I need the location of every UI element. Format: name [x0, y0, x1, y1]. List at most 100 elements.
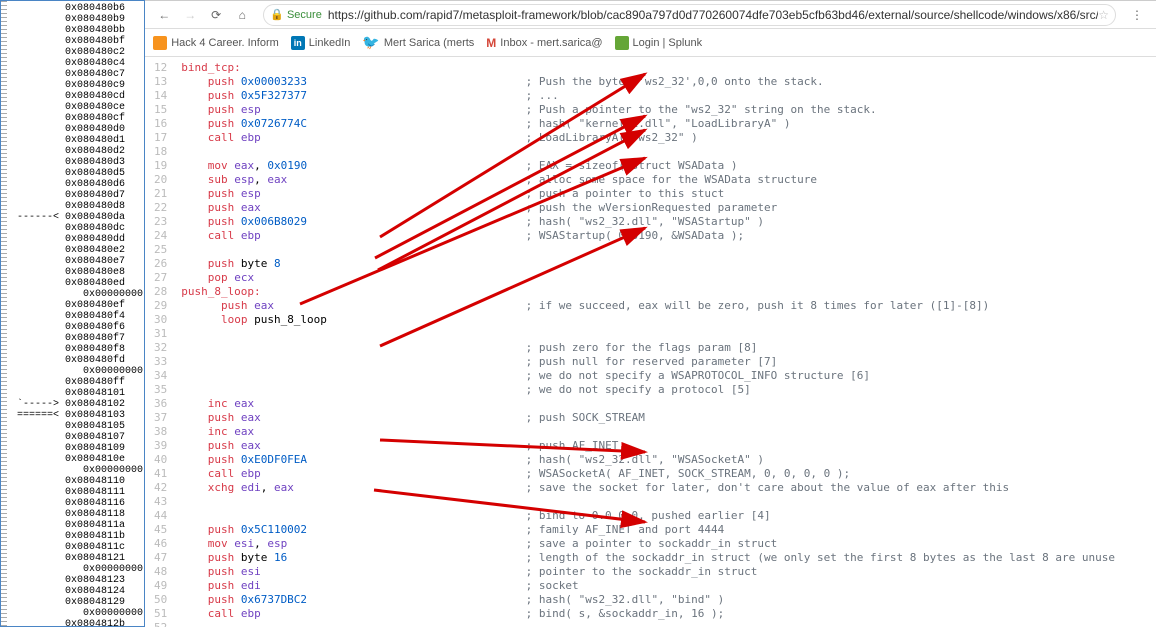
- source-line: 25: [145, 243, 1156, 257]
- home-icon[interactable]: ⌂: [234, 7, 250, 23]
- source-line: 20 sub esp, eax ; alloc some space for t…: [145, 173, 1156, 187]
- disasm-row: 0x08048121 ffd5 call ebp: [9, 553, 144, 564]
- disasm-row: 0x0804811a 56 push esi: [9, 520, 144, 531]
- disasm-row: 0x080480c9 89442424 mov [esp+0x24], eax: [9, 80, 144, 91]
- source-line: 23 push 0x006B8029 ; hash( "ws2_32.dll",…: [145, 215, 1156, 229]
- disasm-row: 0x08048110 97 xchg edi, eax: [9, 476, 144, 487]
- bookmark-item[interactable]: Hack 4 Career. Inform: [153, 36, 279, 50]
- disasm-row: 0x080480bb 668b0c4b mov cx, [ebx+ecx*2]: [9, 25, 144, 36]
- bookmark-item[interactable]: Login | Splunk: [615, 36, 703, 50]
- source-line: 31: [145, 327, 1156, 341]
- source-line: 37 push eax ; push SOCK_STREAM: [145, 411, 1156, 425]
- source-line: 34 ; we do not specify a WSAPROTOCOL_INF…: [145, 369, 1156, 383]
- disasm-row: 0x080480f8 6829806b00 push 0x6b8029 ; 0x…: [9, 344, 144, 355]
- disasm-row: 0x080480f4 29c4 sub esp, eax: [9, 311, 144, 322]
- disasm-row: 0x080480c2 01d3 add ebx, edx: [9, 47, 144, 58]
- bookmark-bar: Hack 4 Career. Inform inLinkedIn 🐦Mert Sar…: [145, 29, 1156, 57]
- bookmark-item[interactable]: MInbox - mert.sarica@: [486, 36, 602, 50]
- disasm-row: 0x08048123 57 push edi: [9, 575, 144, 586]
- disasm-row: 0x08048129 ffd5 call ebp: [9, 597, 144, 608]
- disasm-row: 0x0804811c 68c2db3767 push 0x6737dbc2 ; …: [9, 542, 144, 553]
- disasm-row: 0x080480d7 5a pop edx: [9, 190, 144, 201]
- disasm-row: 0x080480d8 8b12 mov edx, [edx]: [9, 201, 144, 212]
- browser-toolbar: ← → ⟳ ⌂ 🔒 Secure https://github.com/rapi…: [145, 1, 1156, 29]
- url-text: https://github.com/rapid7/metasploit-fra…: [328, 8, 1098, 22]
- menu-icon[interactable]: ⋮: [1129, 7, 1145, 23]
- source-line: 38 inc eax: [145, 425, 1156, 439]
- source-line: 51 call ebp ; bind( s, &sockaddr_in, 16 …: [145, 607, 1156, 621]
- source-line: 40 push 0xE0DF0FEA ; hash( "ws2_32.dll",…: [145, 453, 1156, 467]
- disasm-row: 0x080480ed ffd5 call ebp: [9, 278, 144, 289]
- source-line: 44 ; bind to 0.0.0.0, pushed earlier [4]: [145, 509, 1156, 523]
- disasm-row: 0x080480f7 50 push eax: [9, 333, 144, 344]
- disasm-row: 0x080480b9 01d3 add ebx, edx: [9, 14, 144, 25]
- disassembly-pane: 0x080480b6 8b5824 mov ebx, [eax+0x24] 0x…: [0, 0, 145, 627]
- disasm-row: 0x080480d1 5a pop edx: [9, 135, 144, 146]
- source-code[interactable]: 12bind_tcp: 13 push 0x00003233 ; Push th…: [145, 57, 1156, 627]
- source-line: 42 xchg edi, eax ; save the socket for l…: [145, 481, 1156, 495]
- disasm-row: 0x0804812b 57 push edi: [9, 619, 144, 627]
- disasm-row: 0x080480dd 6833320000 push 0x3233 ; 0x00…: [9, 234, 144, 245]
- disasm-row: 0x080480f6 54 push esp: [9, 322, 144, 333]
- source-line: 29 push eax ; if we succeed, eax will be…: [145, 299, 1156, 313]
- disasm-row: 0x00000000 (unk, unk, unk): [9, 366, 144, 377]
- disasm-row: 0x08048111 680200115c push 0x5c110002 ; …: [9, 487, 144, 498]
- source-line: 22 push eax ; push the wVersionRequested…: [145, 201, 1156, 215]
- disasm-row: 0x08048109 68ea0fdfe0 push 0xe0df0fea ; …: [9, 443, 144, 454]
- source-line: 17 call ebp ; LoadLibraryA( "ws2_32" ): [145, 131, 1156, 145]
- disasm-row: 0x080480bf 8b581c mov ebx, [eax+0x1c]: [9, 36, 144, 47]
- source-line: 13 push 0x00003233 ; Push the bytes 'ws2…: [145, 75, 1156, 89]
- disasm-row: 0x080480e7 54 push esp: [9, 256, 144, 267]
- disasm-row: 0x080480d3 ffe0 jmp eax: [9, 157, 144, 168]
- disasm-row: 0x080480cf 61 popad: [9, 113, 144, 124]
- url-box[interactable]: 🔒 Secure https://github.com/rapid7/metas…: [263, 4, 1116, 26]
- disasm-row: 0x080480c4 8b048b mov eax, [ebx+ecx*4]: [9, 58, 144, 69]
- disasm-row: 0x08048105 6a01 push 0x1 ; 0x00000001: [9, 421, 144, 432]
- disasm-row: 0x080480cd 5b pop ebx: [9, 91, 144, 102]
- disasm-row: 0x080480d6 5f pop edi: [9, 179, 144, 190]
- disasm-row: 0x080480b6 8b5824 mov ebx, [eax+0x24]: [9, 3, 144, 14]
- disasm-row: 0x0804810e ffd5 call ebp: [9, 454, 144, 465]
- source-line: 26 push byte 8: [145, 257, 1156, 271]
- bookmark-item[interactable]: 🐦Mert Sarica (merts: [362, 34, 474, 51]
- disasm-row: 0x080480e2 687773325f push 0x5f327377 ; …: [9, 245, 144, 256]
- disasm-row: ======< 0x08048103 e2fd loop 0x108048102: [9, 410, 144, 421]
- disasm-row: 0x08048118 6a10 push 0x10 ; 0x00000010: [9, 509, 144, 520]
- disasm-row: `-----> 0x08048102 50 push eax: [9, 399, 144, 410]
- disasm-row: 0x080480dc 5d pop ebp: [9, 223, 144, 234]
- disasm-row: 0x08048101 59 pop ecx: [9, 388, 144, 399]
- bookmark-item[interactable]: inLinkedIn: [291, 36, 351, 50]
- disasm-row: 0x080480ce 5b pop ebx: [9, 102, 144, 113]
- disasm-row: 0x080480c7 01d0 add eax, edx: [9, 69, 144, 80]
- disasm-row: 0x080480d0 59 pop ecx: [9, 124, 144, 135]
- source-line: 47 push byte 16 ; length of the sockaddr…: [145, 551, 1156, 565]
- back-icon[interactable]: ←: [156, 7, 172, 23]
- disasm-row: 0x00000000 (unk, unk, unk, unk, unk): [9, 465, 144, 476]
- source-line: 18: [145, 145, 1156, 159]
- source-line: 41 call ebp ; WSASocketA( AF_INET, SOCK_…: [145, 467, 1156, 481]
- disasm-row: 0x00000000 (unk, unk): [9, 608, 144, 619]
- forward-icon[interactable]: →: [182, 7, 198, 23]
- star-icon[interactable]: ☆: [1098, 8, 1109, 22]
- source-line: 50 push 0x6737DBC2 ; hash( "ws2_32.dll",…: [145, 593, 1156, 607]
- source-line: 16 push 0x0726774C ; hash( "kernel32.dll…: [145, 117, 1156, 131]
- secure-badge: 🔒 Secure: [270, 8, 322, 21]
- disasm-row: ------< 0x080480da eb8d jmp 0x108048069: [9, 212, 144, 223]
- disasm-row: 0x080480e8 684c772607 push 0x726774c ; 0…: [9, 267, 144, 278]
- source-line: 32 ; push zero for the flags param [8]: [145, 341, 1156, 355]
- source-line: 14 push 0x5F327377 ; ...: [145, 89, 1156, 103]
- disasm-row: 0x08048116 89e6 mov esi, esp: [9, 498, 144, 509]
- source-line: 12bind_tcp:: [145, 61, 1156, 75]
- source-line: 30 loop push_8_loop: [145, 313, 1156, 327]
- disasm-row: 0x08048124 68b7e938ff push 0xff38e9b7 ; …: [9, 586, 144, 597]
- disasm-row: 0x080480ff 6a0b push 0xb ; 0x0000000: [9, 377, 144, 388]
- disasm-row: 0x00000000 (unk, unk, unk, unk, unk, unk…: [9, 289, 144, 300]
- source-line: 21 push esp ; push a pointer to this stu…: [145, 187, 1156, 201]
- source-line: 28push_8_loop:: [145, 285, 1156, 299]
- source-line: 15 push esp ; Push a pointer to the "ws2…: [145, 103, 1156, 117]
- source-line: 19 mov eax, 0x0190 ; EAX = sizeof( struc…: [145, 159, 1156, 173]
- source-line: 39 push eax ; push AF_INET: [145, 439, 1156, 453]
- lock-icon: 🔒: [270, 9, 284, 21]
- reload-icon[interactable]: ⟳: [208, 7, 224, 23]
- disasm-row: 0x0804811b 57 push edi: [9, 531, 144, 542]
